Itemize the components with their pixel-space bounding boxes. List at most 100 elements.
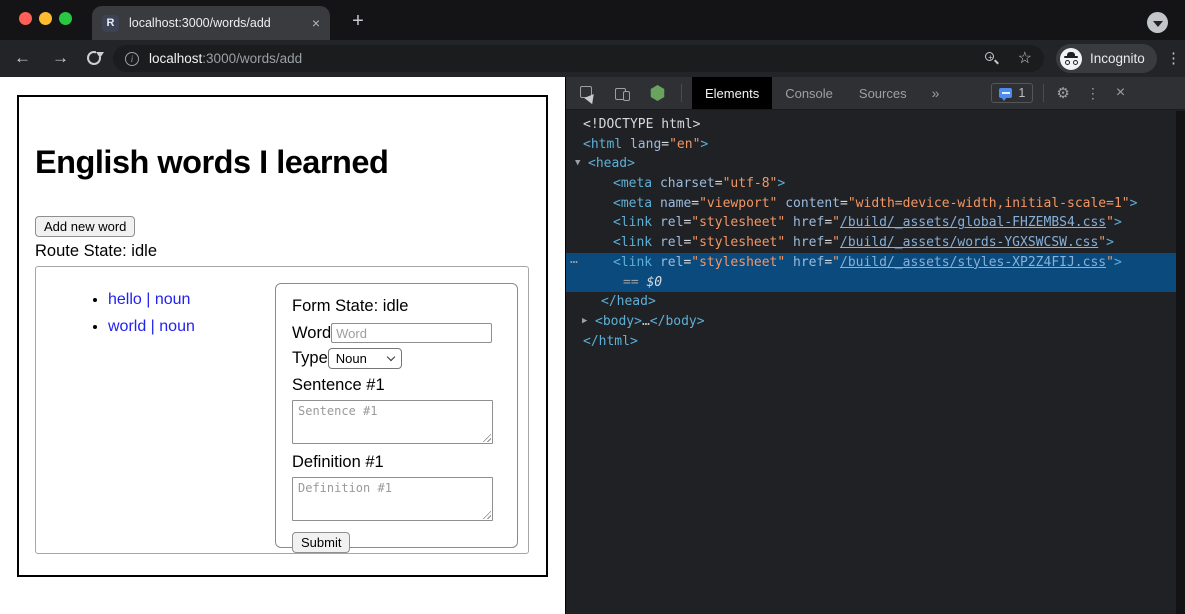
- tab-sources[interactable]: Sources: [846, 77, 920, 109]
- browser-menu-icon[interactable]: ⋮: [1166, 49, 1181, 67]
- dom-tree-node[interactable]: …<link rel="stylesheet" href="/build/_as…: [566, 253, 1185, 273]
- code-token: name: [660, 196, 691, 211]
- stylesheet-link[interactable]: /build/_assets/words-YGXSWCSW.css: [840, 235, 1098, 250]
- tab-close-icon[interactable]: ×: [312, 15, 320, 31]
- code-token: …: [642, 314, 650, 329]
- tab-console[interactable]: Console: [772, 77, 846, 109]
- tab-search-chevron-icon[interactable]: [1147, 12, 1168, 33]
- dom-tree-node[interactable]: ▶<body>…</body>: [566, 312, 1185, 332]
- code-token: rel: [660, 215, 683, 230]
- back-button[interactable]: ←: [14, 48, 31, 68]
- disclosure-arrow-icon[interactable]: ▼: [575, 154, 580, 174]
- dom-tree-node[interactable]: </html>: [566, 332, 1185, 352]
- page-title: English words I learned: [35, 144, 388, 181]
- dom-tree-node[interactable]: == $0: [566, 273, 1185, 293]
- code-token: charset: [660, 176, 715, 191]
- incognito-badge: Incognito: [1056, 44, 1157, 73]
- list-item: world | noun: [108, 318, 195, 336]
- inspect-element-icon[interactable]: [580, 86, 595, 101]
- word-list: hello | noun world | noun: [36, 291, 195, 345]
- code-token: >: [1106, 235, 1114, 250]
- dom-tree-node[interactable]: <meta name="viewport" content="width=dev…: [566, 194, 1185, 214]
- code-token: [652, 235, 660, 250]
- node-options-icon[interactable]: …: [570, 250, 579, 270]
- code-token: <link: [613, 255, 652, 270]
- devtools-menu-icon[interactable]: ⋮: [1086, 85, 1100, 102]
- code-token: ": [1106, 215, 1114, 230]
- code-token: [785, 255, 793, 270]
- code-token: [652, 215, 660, 230]
- incognito-icon: [1060, 48, 1082, 70]
- code-token: >: [777, 176, 785, 191]
- word-link[interactable]: hello | noun: [108, 291, 190, 308]
- code-token: [785, 235, 793, 250]
- new-tab-button[interactable]: +: [344, 8, 372, 36]
- code-token: ": [832, 255, 840, 270]
- word-link[interactable]: world | noun: [108, 318, 195, 335]
- devtools-scrollbar[interactable]: [1176, 111, 1185, 614]
- toolbar-divider: [1043, 84, 1044, 102]
- definition-textarea[interactable]: [292, 477, 493, 521]
- stylesheet-link[interactable]: /build/_assets/styles-XP2Z4FIJ.css: [840, 255, 1106, 270]
- dom-tree-node[interactable]: <!DOCTYPE html>: [566, 115, 1185, 135]
- dom-tree-node[interactable]: <meta charset="utf-8">: [566, 174, 1185, 194]
- browser-toolbar: ← → i localhost:3000/words/add + ☆ Incog…: [0, 40, 1185, 77]
- type-select[interactable]: Noun: [328, 348, 402, 369]
- disclosure-arrow-icon[interactable]: ▶: [582, 312, 587, 332]
- code-token: =: [661, 137, 669, 152]
- code-token: =: [691, 196, 699, 211]
- dom-tree-node[interactable]: <link rel="stylesheet" href="/build/_ass…: [566, 233, 1185, 253]
- code-token: [652, 255, 660, 270]
- issues-button[interactable]: 1: [991, 83, 1033, 103]
- devtools-panel: Elements Console Sources » 1 ⚙ ⋮ × <!DOC…: [566, 77, 1185, 614]
- sentence-textarea[interactable]: [292, 400, 493, 444]
- forward-button[interactable]: →: [52, 48, 69, 68]
- code-token: [652, 196, 660, 211]
- window-zoom-button[interactable]: [59, 12, 72, 25]
- more-tabs-icon[interactable]: »: [932, 85, 940, 101]
- zoom-icon[interactable]: +: [984, 51, 1000, 67]
- settings-gear-icon[interactable]: ⚙: [1056, 84, 1069, 102]
- issues-bubble-icon: [999, 88, 1012, 98]
- code-token: <meta: [613, 176, 652, 191]
- site-info-icon[interactable]: i: [125, 52, 139, 66]
- devtools-close-icon[interactable]: ×: [1116, 84, 1125, 102]
- window-minimize-button[interactable]: [39, 12, 52, 25]
- code-token: </html>: [583, 334, 638, 349]
- code-token: "utf-8": [723, 176, 778, 191]
- code-token: <!DOCTYPE html>: [583, 117, 700, 132]
- code-token: =: [840, 196, 848, 211]
- code-token: [652, 176, 660, 191]
- code-token: "en": [669, 137, 700, 152]
- window-close-button[interactable]: [19, 12, 32, 25]
- tab-elements[interactable]: Elements: [692, 77, 772, 109]
- stylesheet-link[interactable]: /build/_assets/global-FHZEMBS4.css: [840, 215, 1106, 230]
- reload-button[interactable]: [87, 51, 101, 65]
- code-token: =: [715, 176, 723, 191]
- code-token: rel: [660, 235, 683, 250]
- code-token: "stylesheet": [691, 255, 785, 270]
- word-input[interactable]: [331, 323, 492, 343]
- sentence-label: Sentence #1: [292, 376, 501, 395]
- code-token: "stylesheet": [691, 215, 785, 230]
- dom-tree-node[interactable]: ▼<head>: [566, 154, 1185, 174]
- code-token: [622, 137, 630, 152]
- definition-label: Definition #1: [292, 453, 501, 472]
- dom-tree-node[interactable]: </head>: [566, 292, 1185, 312]
- code-token: >: [1130, 196, 1138, 211]
- code-token: >: [700, 137, 708, 152]
- extension-hexagon-icon[interactable]: [650, 85, 665, 101]
- address-bar[interactable]: i localhost:3000/words/add + ☆: [113, 45, 1044, 72]
- web-page: English words I learned Add new word Rou…: [0, 77, 566, 614]
- code-token: href: [793, 235, 824, 250]
- dom-tree-node[interactable]: <html lang="en">: [566, 135, 1185, 155]
- dom-tree-node[interactable]: <link rel="stylesheet" href="/build/_ass…: [566, 213, 1185, 233]
- code-token: "stylesheet": [691, 235, 785, 250]
- browser-tab[interactable]: R localhost:3000/words/add ×: [92, 6, 330, 40]
- submit-button[interactable]: Submit: [292, 532, 350, 553]
- device-toolbar-icon[interactable]: [615, 86, 630, 101]
- bookmark-star-icon[interactable]: ☆: [1018, 51, 1032, 67]
- code-token: href: [793, 215, 824, 230]
- add-new-word-button[interactable]: Add new word: [35, 216, 135, 237]
- code-token: <body>: [595, 314, 642, 329]
